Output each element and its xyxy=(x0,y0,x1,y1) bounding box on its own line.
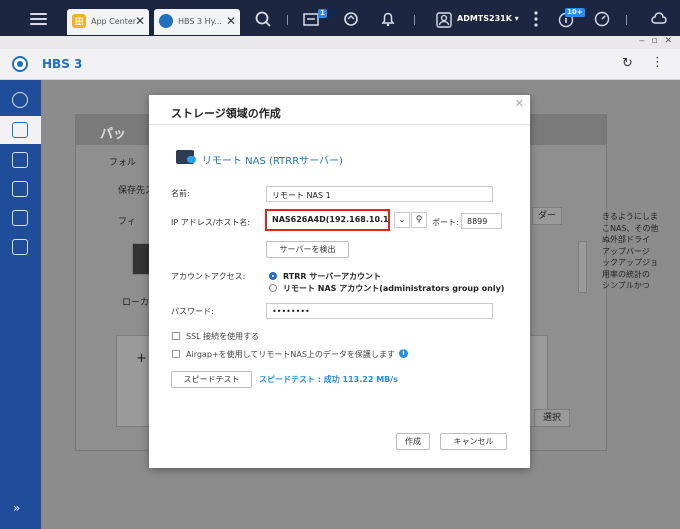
top-bar: App Center ✕ HBS 3 Hy... ✕ 1 ADMTS231K ▾… xyxy=(0,0,680,36)
sync-icon xyxy=(12,181,28,197)
airgap-checkbox[interactable] xyxy=(172,350,180,358)
radio-remote-nas-account[interactable] xyxy=(269,284,277,292)
background-panel-title: パッ xyxy=(100,127,127,142)
ssl-checkbox[interactable] xyxy=(172,332,180,340)
dialog-title: ストレージ領域の作成 xyxy=(171,107,281,120)
dialog-subtitle: リモート NAS (RTRRサーバー) xyxy=(202,156,343,167)
background-select-button: 選択 xyxy=(534,409,570,427)
divider xyxy=(414,15,415,25)
tab-label: HBS 3 Hy... xyxy=(178,17,222,26)
password-label: パスワード: xyxy=(171,307,214,316)
main-menu-icon[interactable] xyxy=(30,10,47,26)
ssl-label: SSL 接続を使用する xyxy=(186,332,260,341)
refresh-icon[interactable]: ↻ xyxy=(622,56,633,71)
account-access-label: アカウントアクセス: xyxy=(171,272,246,281)
speedtest-result: スピードテスト : 成功 113.22 MB/s xyxy=(259,375,398,384)
background-folder-label: フォル xyxy=(109,158,137,168)
background-local: ローカ xyxy=(122,298,150,308)
chevron-down-icon[interactable]: ⌄ xyxy=(394,212,410,228)
name-field[interactable]: リモート NAS 1 xyxy=(266,186,493,202)
background-filter: フィ xyxy=(118,217,136,227)
radio-remote-nas-label: リモート NAS アカウント(administrators group only… xyxy=(283,284,505,293)
window-controls[interactable]: ‒ ▫ ✕ xyxy=(639,36,674,46)
background-folder-button: ダー xyxy=(532,207,562,225)
more-options-icon[interactable] xyxy=(527,10,545,28)
sidebar-item-restore[interactable] xyxy=(0,146,41,174)
tab-app-center[interactable]: App Center ✕ xyxy=(67,9,149,35)
create-button[interactable]: 作成 xyxy=(396,433,430,450)
divider xyxy=(287,15,288,25)
nas-device-icon xyxy=(132,243,150,275)
expand-sidebar-icon[interactable]: » xyxy=(13,501,20,515)
host-label: IP アドレス/ホスト名: xyxy=(171,218,251,227)
detect-server-button[interactable]: サーバーを検出 xyxy=(266,241,349,258)
info-icon[interactable]: i xyxy=(399,349,408,358)
host-field[interactable]: NAS626A4D(192.168.10.107) xyxy=(265,209,390,231)
desc-line: ぬ外部ドライ xyxy=(602,235,650,244)
radio-rtrr-label: RTRR サーバーアカウント xyxy=(283,272,381,281)
user-avatar-icon[interactable] xyxy=(435,11,453,29)
sidebar: » xyxy=(0,80,41,529)
desc-line: こNAS、その他 xyxy=(602,223,659,233)
desc-line: シンプルかつ xyxy=(602,281,650,290)
hbs3-icon xyxy=(159,14,173,28)
background-scrollbar xyxy=(578,241,587,293)
tasks-badge: 1 xyxy=(318,9,327,18)
services-icon xyxy=(12,239,28,255)
tab-hbs3[interactable]: HBS 3 Hy... ✕ xyxy=(154,9,240,35)
app-title: HBS 3 xyxy=(42,57,83,71)
app-center-icon xyxy=(72,14,86,28)
background-description: きるようにしま こNAS、その他 ぬ外部ドライ アップバージ ックアップジョ 用… xyxy=(602,211,677,292)
dashboard-gauge-icon[interactable] xyxy=(593,10,611,28)
search-icon[interactable] xyxy=(254,10,272,28)
desc-line: アップバージ xyxy=(602,246,650,256)
tab-label: App Center xyxy=(91,17,136,26)
radio-rtrr-account[interactable] xyxy=(269,272,277,280)
name-label: 名前: xyxy=(171,189,190,198)
restore-icon xyxy=(12,152,28,168)
close-icon[interactable]: ✕ xyxy=(515,97,524,110)
desc-line: きるようにしま xyxy=(602,212,658,221)
background-add-icon: + xyxy=(136,351,147,366)
speedtest-button[interactable]: スピードテスト xyxy=(171,371,252,388)
search-icon[interactable]: ⚲ xyxy=(411,212,427,228)
port-label: ポート: xyxy=(432,218,459,227)
sidebar-item-sync[interactable] xyxy=(0,175,41,203)
sidebar-item-backup[interactable] xyxy=(0,116,41,144)
sync-icon[interactable] xyxy=(342,10,360,28)
gauge-icon xyxy=(12,92,28,108)
storage-icon xyxy=(12,210,28,226)
close-icon[interactable]: ✕ xyxy=(135,14,145,28)
password-field[interactable]: •••••••• xyxy=(266,303,493,319)
backup-icon xyxy=(12,122,28,138)
hbs3-logo-icon xyxy=(12,56,28,72)
cancel-button[interactable]: キャンセル xyxy=(440,433,507,450)
divider xyxy=(149,124,530,125)
window-bar: ‒ ▫ ✕ xyxy=(0,36,680,49)
sidebar-item-overview[interactable] xyxy=(0,86,41,114)
sidebar-item-services[interactable] xyxy=(0,233,41,261)
airgap-label: Airgap+を使用してリモートNAS上のデータを保護します xyxy=(186,350,395,359)
sidebar-item-storage[interactable] xyxy=(0,204,41,232)
bell-icon[interactable] xyxy=(379,10,397,28)
desc-line: 用率の統計の xyxy=(602,269,650,279)
notifications-badge: 10+ xyxy=(565,8,585,17)
app-header: HBS 3 ↻ ⋮ xyxy=(0,49,680,80)
port-field[interactable]: 8899 xyxy=(461,213,502,229)
create-storage-dialog: ✕ ストレージ領域の作成 リモート NAS (RTRRサーバー) 名前: リモー… xyxy=(149,95,530,468)
close-icon[interactable]: ✕ xyxy=(226,14,236,28)
desc-line: ックアップジョ xyxy=(602,258,658,267)
user-menu[interactable]: ADMTS231K ▾ xyxy=(457,14,519,23)
remote-nas-icon xyxy=(176,150,196,164)
more-menu-icon[interactable]: ⋮ xyxy=(651,55,664,70)
cloud-icon[interactable] xyxy=(650,10,668,28)
divider xyxy=(626,15,627,25)
